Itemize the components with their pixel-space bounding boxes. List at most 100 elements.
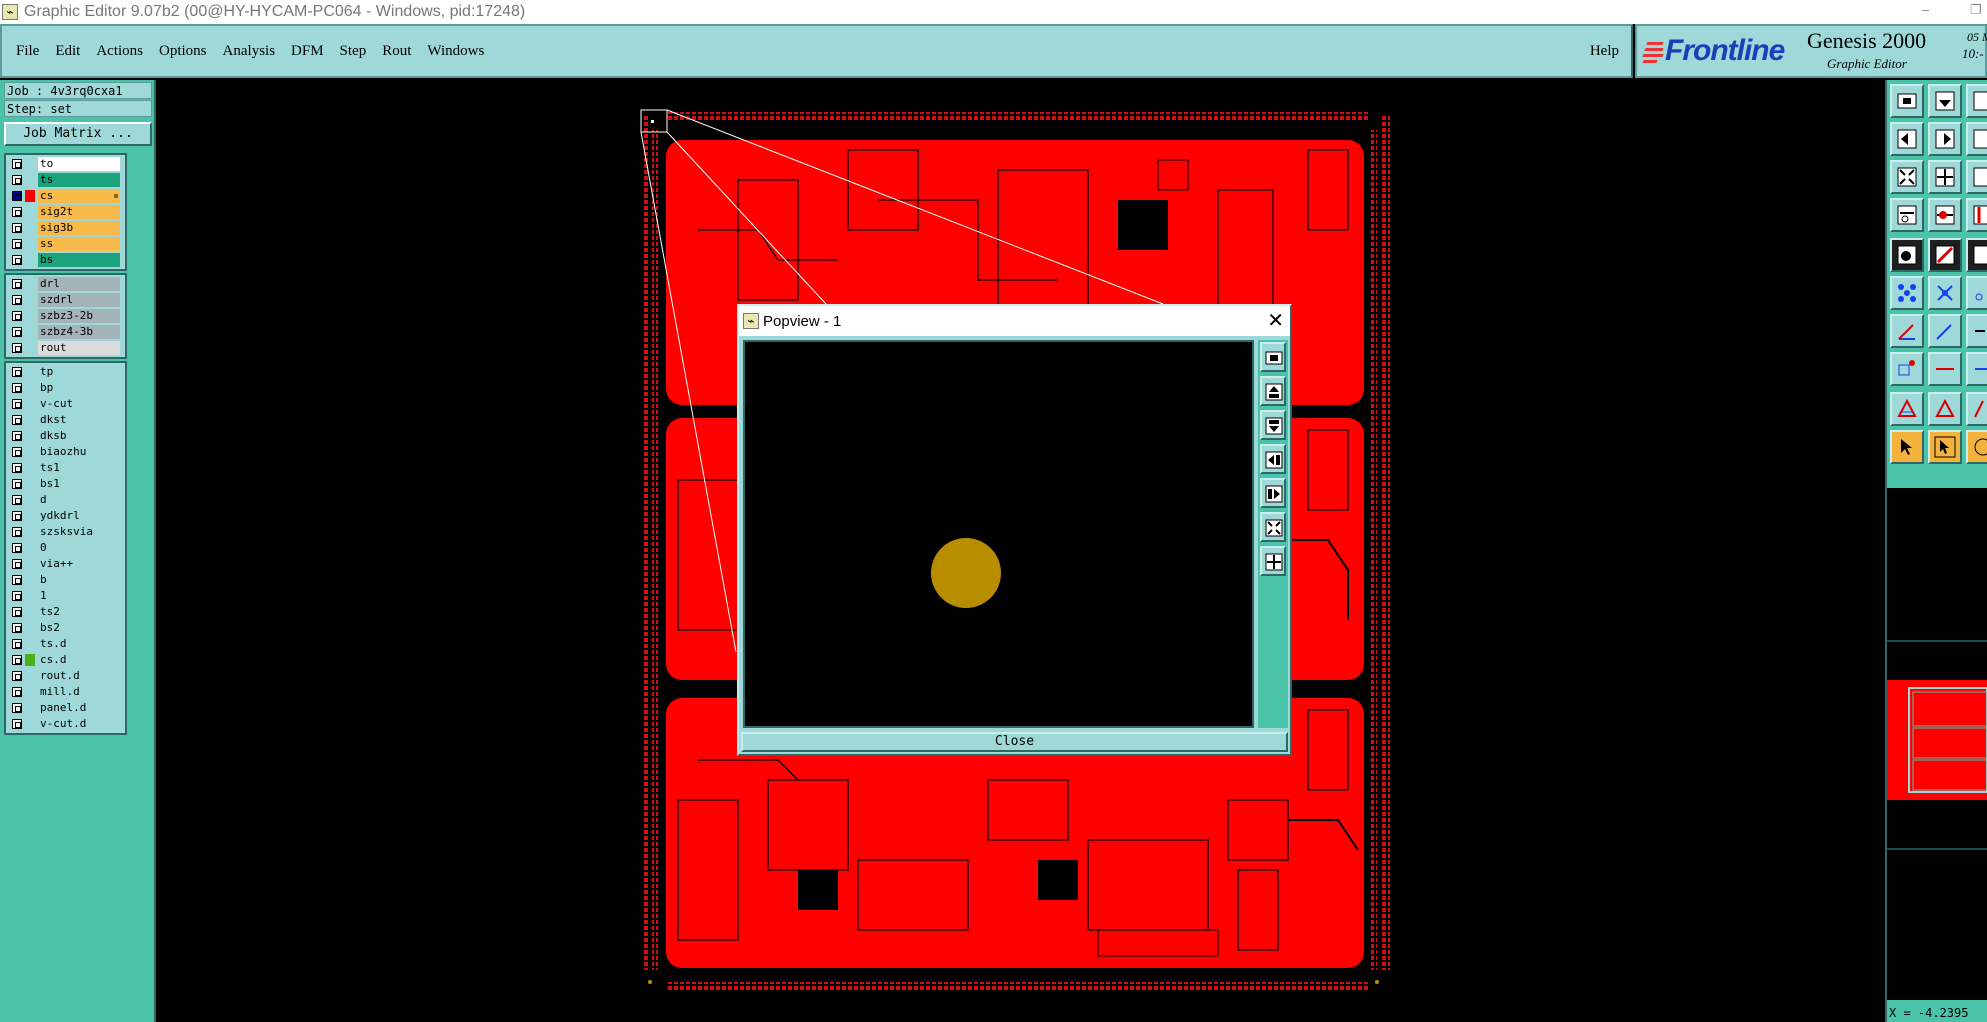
layer-name[interactable]: dkst xyxy=(38,413,120,427)
layer-display-swatch[interactable] xyxy=(25,606,35,618)
layer-name[interactable]: szdrl xyxy=(38,293,120,307)
layer-display-swatch[interactable] xyxy=(25,526,35,538)
tool-add-pad-button[interactable] xyxy=(1966,238,1987,272)
tool-node-button[interactable] xyxy=(1966,276,1987,310)
layer-row[interactable]: b xyxy=(6,572,125,588)
tool-dimension-button[interactable] xyxy=(1966,352,1987,386)
tool-pan-left-button[interactable] xyxy=(1890,122,1924,156)
layer-row[interactable]: mill.d xyxy=(6,684,125,700)
menu-help[interactable]: Help xyxy=(1590,43,1619,60)
layer-row[interactable]: to xyxy=(6,156,125,172)
layer-name[interactable]: bp xyxy=(38,381,120,395)
layer-display-swatch[interactable] xyxy=(25,558,35,570)
layer-display-swatch[interactable] xyxy=(25,686,35,698)
layer-row[interactable]: ss xyxy=(6,236,125,252)
layer-name[interactable]: szsksvia xyxy=(38,525,120,539)
tool-measure-button[interactable] xyxy=(1890,198,1924,232)
popview-zoom-home-button[interactable] xyxy=(1260,342,1286,372)
layer-row[interactable]: ydkdrl xyxy=(6,508,125,524)
tool-select-box-button[interactable] xyxy=(1928,430,1962,464)
tool-zoom-in-button[interactable] xyxy=(1890,160,1924,194)
layer-row[interactable]: ts xyxy=(6,172,125,188)
layer-name[interactable]: sig3b xyxy=(38,221,120,235)
layer-checkbox[interactable] xyxy=(12,607,22,617)
minimize-button[interactable]: – xyxy=(1922,2,1929,17)
layer-checkbox[interactable] xyxy=(12,255,22,265)
layer-name[interactable]: rout.d xyxy=(38,669,120,683)
layer-row[interactable]: szsksvia xyxy=(6,524,125,540)
layer-row[interactable]: sig3b xyxy=(6,220,125,236)
popview-titlebar[interactable]: ⌁ Popview - 1 ✕ xyxy=(739,306,1290,336)
layer-display-swatch[interactable] xyxy=(25,654,35,666)
layer-checkbox[interactable] xyxy=(12,191,22,201)
layer-checkbox[interactable] xyxy=(12,415,22,425)
tool-slope-button[interactable] xyxy=(1928,314,1962,348)
popview-pan-right-button[interactable] xyxy=(1260,478,1286,508)
layer-name[interactable]: cs xyxy=(38,189,120,203)
layer-checkbox[interactable] xyxy=(12,623,22,633)
layer-checkbox[interactable] xyxy=(12,703,22,713)
layer-row[interactable]: bp xyxy=(6,380,125,396)
layer-name[interactable]: b xyxy=(38,573,120,587)
tool-triangle-outline-button[interactable] xyxy=(1928,392,1962,426)
tool-polygon-button[interactable] xyxy=(1890,352,1924,386)
layer-row[interactable]: szbz4-3b xyxy=(6,324,125,340)
menu-windows[interactable]: Windows xyxy=(427,43,484,60)
layer-row[interactable]: szdrl xyxy=(6,292,125,308)
layer-display-swatch[interactable] xyxy=(25,414,35,426)
layer-row[interactable]: v-cut.d xyxy=(6,716,125,732)
popview-pan-down-button[interactable] xyxy=(1260,410,1286,440)
layer-display-swatch[interactable] xyxy=(25,342,35,354)
layer-checkbox[interactable] xyxy=(12,559,22,569)
layer-row[interactable]: 1 xyxy=(6,588,125,604)
layer-name[interactable]: ydkdrl xyxy=(38,509,120,523)
popview-pan-left-button[interactable] xyxy=(1260,444,1286,474)
tool-arc-button[interactable] xyxy=(1966,392,1987,426)
layer-display-swatch[interactable] xyxy=(25,622,35,634)
layer-name[interactable]: ts2 xyxy=(38,605,120,619)
layer-display-swatch[interactable] xyxy=(25,462,35,474)
layer-row[interactable]: d xyxy=(6,492,125,508)
layer-checkbox[interactable] xyxy=(12,447,22,457)
layer-display-swatch[interactable] xyxy=(25,590,35,602)
layer-display-swatch[interactable] xyxy=(25,478,35,490)
layer-row[interactable]: drl xyxy=(6,276,125,292)
tool-zoom-ratio-button[interactable] xyxy=(1966,160,1987,194)
tool-route-button[interactable] xyxy=(1966,198,1987,232)
layer-row[interactable]: sig2t xyxy=(6,204,125,220)
layer-checkbox[interactable] xyxy=(12,687,22,697)
layer-display-swatch[interactable] xyxy=(25,382,35,394)
layer-checkbox[interactable] xyxy=(12,463,22,473)
layer-name[interactable]: szbz3-2b xyxy=(38,309,120,323)
layer-display-swatch[interactable] xyxy=(25,206,35,218)
layer-display-swatch[interactable] xyxy=(25,446,35,458)
layer-checkbox[interactable] xyxy=(12,479,22,489)
layer-row[interactable]: via++ xyxy=(6,556,125,572)
layer-display-swatch[interactable] xyxy=(25,494,35,506)
layer-display-swatch[interactable] xyxy=(25,718,35,730)
layer-display-swatch[interactable] xyxy=(25,254,35,266)
tool-select-more-button[interactable] xyxy=(1966,430,1987,464)
layer-name[interactable]: tp xyxy=(38,365,120,379)
layer-display-swatch[interactable] xyxy=(25,430,35,442)
layer-name[interactable]: sig2t xyxy=(38,205,120,219)
layer-checkbox[interactable] xyxy=(12,431,22,441)
tool-zoom-home-button[interactable] xyxy=(1890,84,1924,118)
menu-analysis[interactable]: Analysis xyxy=(223,43,276,60)
layer-display-swatch[interactable] xyxy=(25,702,35,714)
layer-display-swatch[interactable] xyxy=(25,310,35,322)
layer-checkbox[interactable] xyxy=(12,655,22,665)
layer-row[interactable]: cs xyxy=(6,188,125,204)
layer-checkbox[interactable] xyxy=(12,399,22,409)
layer-name[interactable]: v-cut xyxy=(38,397,120,411)
layer-row[interactable]: v-cut xyxy=(6,396,125,412)
layer-name[interactable]: d xyxy=(38,493,120,507)
layer-name[interactable]: panel.d xyxy=(38,701,120,715)
layer-name[interactable]: bs2 xyxy=(38,621,120,635)
popview-zoom-out-button[interactable] xyxy=(1260,546,1286,576)
tool-snap-button[interactable] xyxy=(1928,198,1962,232)
popview-zoom-in-button[interactable] xyxy=(1260,512,1286,542)
layer-checkbox[interactable] xyxy=(12,575,22,585)
layer-name[interactable]: bs1 xyxy=(38,477,120,491)
layer-name[interactable]: ts.d xyxy=(38,637,120,651)
